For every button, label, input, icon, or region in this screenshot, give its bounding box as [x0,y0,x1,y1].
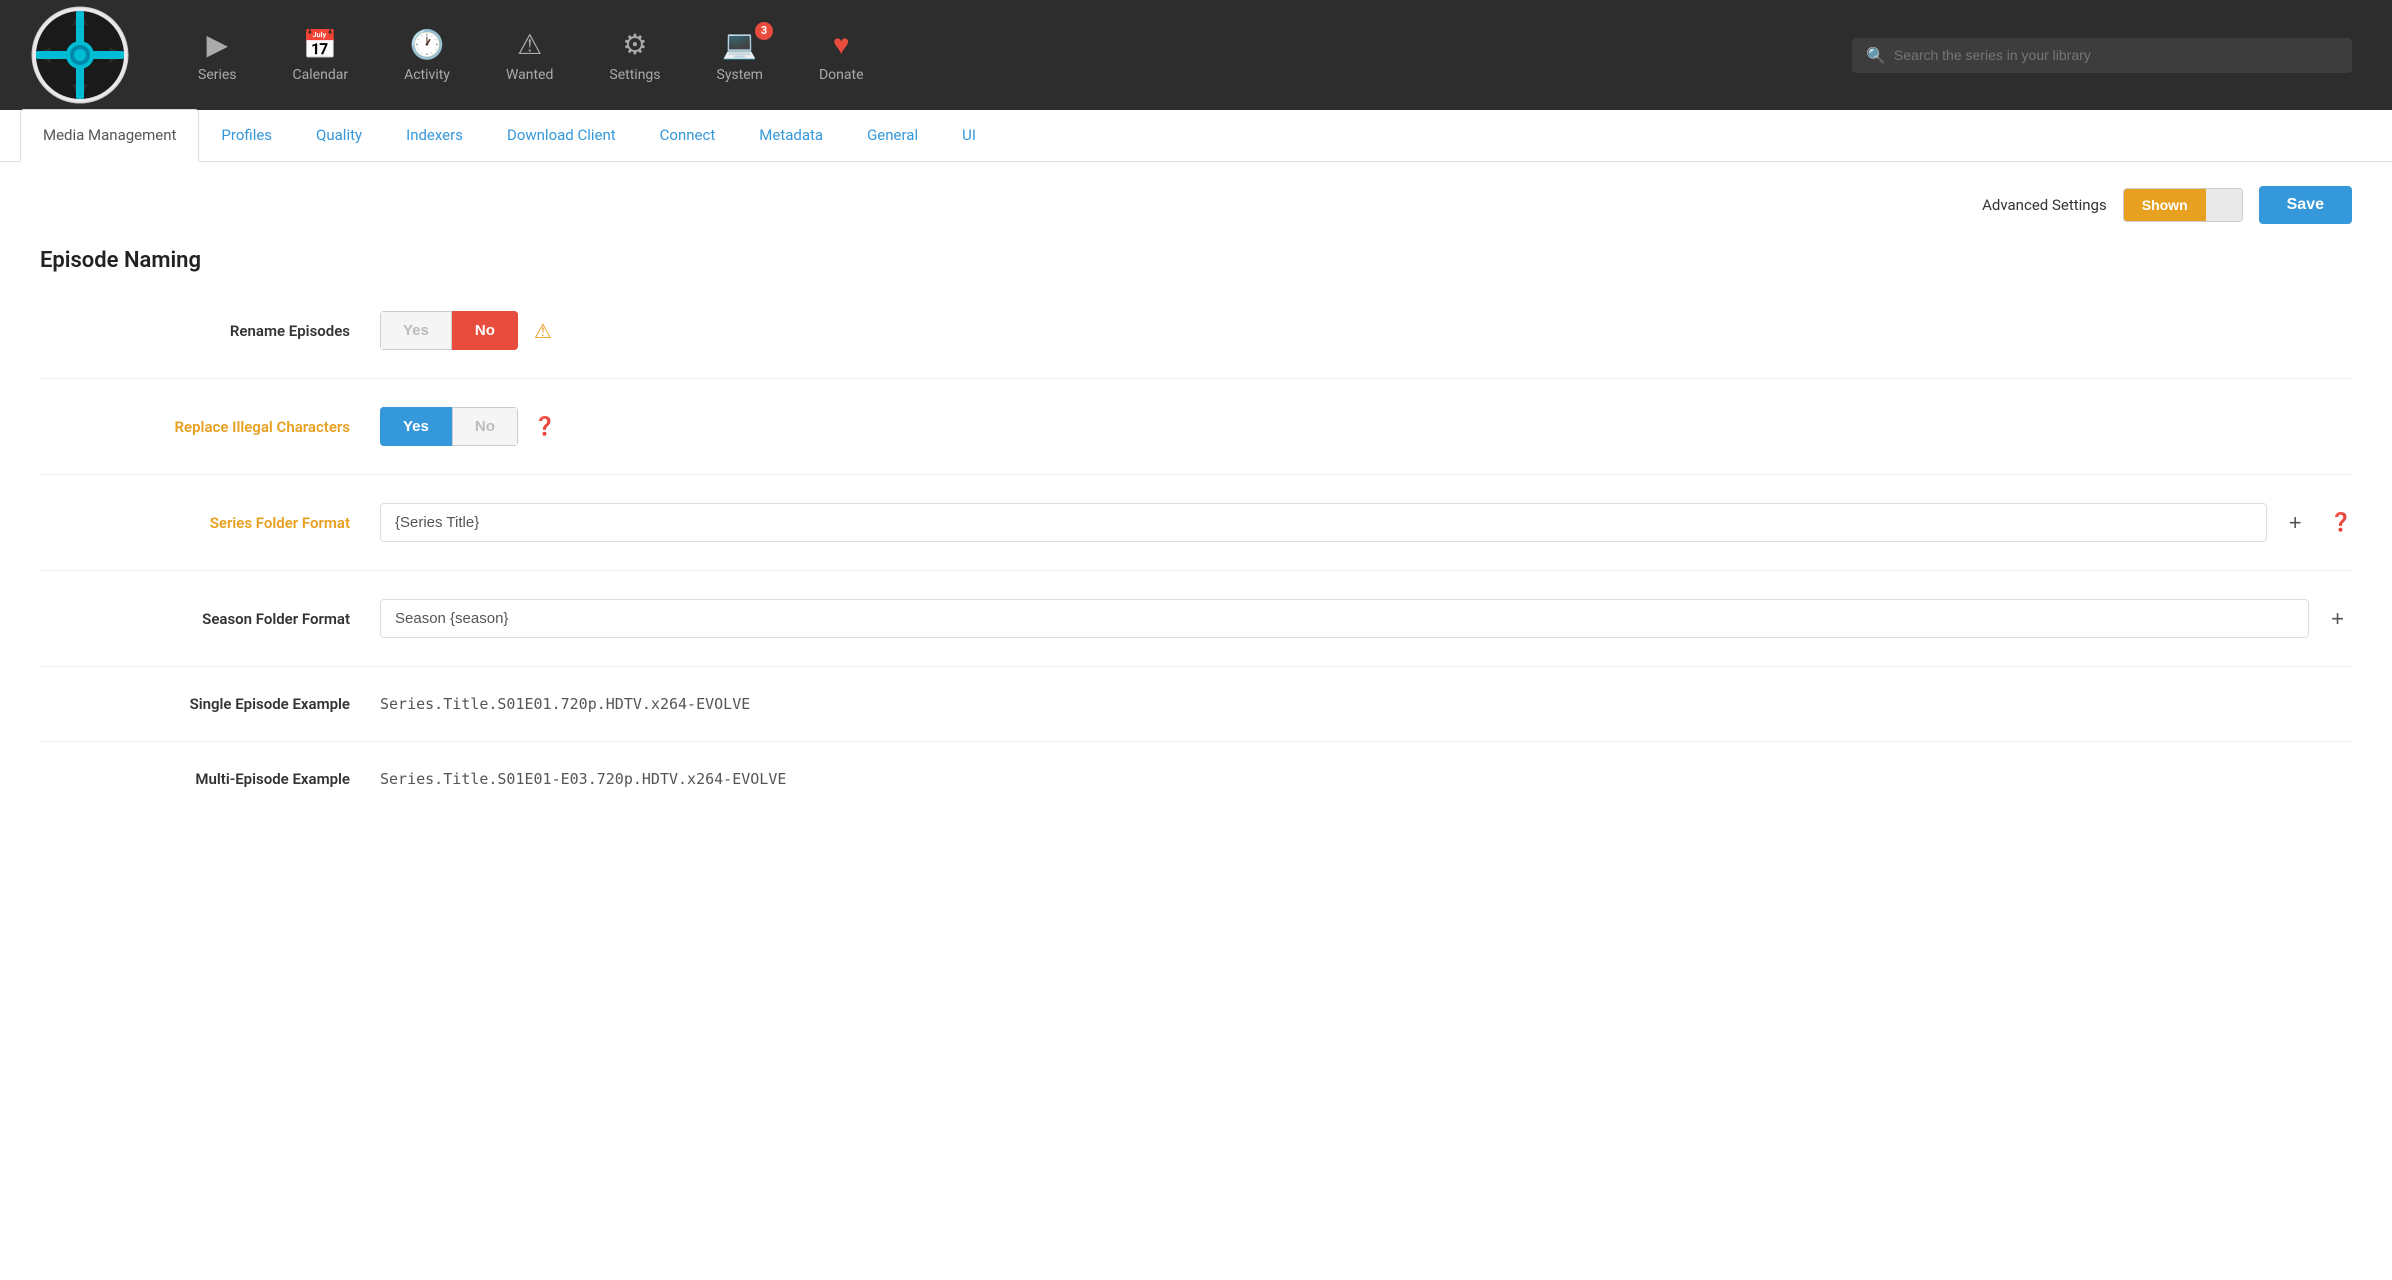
nav-label-calendar: Calendar [293,67,349,83]
controls-rename-episodes: Yes No ⚠ [380,311,2352,350]
nav-item-calendar[interactable]: 📅 Calendar [265,18,377,93]
nav-label-system: System [717,67,763,83]
nav-item-series[interactable]: ▶ Series [170,18,265,93]
label-replace-illegal: Replace Illegal Characters [40,418,380,436]
tab-quality[interactable]: Quality [294,110,384,162]
settings-tabs: Media Management Profiles Quality Indexe… [0,110,2392,162]
series-folder-plus-button[interactable]: + [2281,506,2310,540]
replace-toggle: Yes No [380,407,518,446]
tab-download-client[interactable]: Download Client [485,110,638,162]
controls-series-folder: + ❓ [380,503,2352,542]
calendar-icon: 📅 [303,28,338,61]
season-folder-input[interactable] [380,599,2309,638]
multi-episode-example: Series.Title.S01E01-E03.720p.HDTV.x264-E… [380,770,786,788]
single-episode-example: Series.Title.S01E01.720p.HDTV.x264-EVOLV… [380,695,750,713]
form-row-season-folder: Season Folder Format + [40,599,2352,667]
series-folder-help-icon[interactable]: ❓ [2330,512,2352,533]
rename-toggle: Yes No [380,311,518,350]
tab-profiles[interactable]: Profiles [199,110,294,162]
series-folder-input[interactable] [380,503,2267,542]
search-bar: 🔍 [1852,38,2352,73]
section-title: Episode Naming [40,248,2352,283]
rename-no-button[interactable]: No [452,311,518,350]
label-rename-episodes: Rename Episodes [40,322,380,340]
season-folder-input-group: + [380,599,2352,638]
tab-metadata[interactable]: Metadata [737,110,845,162]
replace-yes-button[interactable]: Yes [380,407,452,446]
series-folder-input-group: + ❓ [380,503,2352,542]
controls-multi-episode: Series.Title.S01E01-E03.720p.HDTV.x264-E… [380,770,2352,788]
settings-icon: ⚙ [622,28,647,61]
replace-no-button[interactable]: No [452,407,518,446]
nav-label-wanted: Wanted [506,67,553,83]
nav-item-system[interactable]: 💻 3 System [689,18,791,93]
nav-item-donate[interactable]: ♥ Donate [791,18,892,93]
label-single-episode: Single Episode Example [40,695,380,713]
advanced-settings-label: Advanced Settings [1982,196,2107,214]
nav-item-wanted[interactable]: ⚠ Wanted [478,18,581,93]
advanced-settings-bar: Advanced Settings Shown Save [40,186,2352,224]
form-row-single-episode: Single Episode Example Series.Title.S01E… [40,695,2352,742]
controls-replace-illegal: Yes No ❓ [380,407,2352,446]
series-icon: ▶ [207,28,229,61]
nav-item-settings[interactable]: ⚙ Settings [581,18,688,93]
form-row-series-folder: Series Folder Format + ❓ [40,503,2352,571]
donate-icon: ♥ [833,28,850,61]
form-row-multi-episode: Multi-Episode Example Series.Title.S01E0… [40,770,2352,816]
search-input[interactable] [1894,47,2338,63]
tab-indexers[interactable]: Indexers [384,110,485,162]
nav-label-series: Series [198,67,237,83]
rename-yes-button[interactable]: Yes [380,311,452,350]
advanced-toggle-group: Shown [2123,188,2243,222]
nav-links: ▶ Series 📅 Calendar 🕐 Activity ⚠ Wanted … [170,18,1832,93]
label-multi-episode: Multi-Episode Example [40,770,380,788]
search-icon: 🔍 [1866,46,1886,65]
nav-label-activity: Activity [404,67,450,83]
advanced-shown-button[interactable]: Shown [2124,189,2206,221]
tab-media-management[interactable]: Media Management [20,109,199,162]
label-season-folder: Season Folder Format [40,610,380,628]
activity-icon: 🕐 [410,28,445,61]
navbar: ▶ Series 📅 Calendar 🕐 Activity ⚠ Wanted … [0,0,2392,110]
warning-icon: ⚠ [534,319,552,343]
season-folder-plus-button[interactable]: + [2323,602,2352,636]
system-icon: 💻 [722,28,757,61]
controls-single-episode: Series.Title.S01E01.720p.HDTV.x264-EVOLV… [380,695,2352,713]
controls-season-folder: + [380,599,2352,638]
save-button[interactable]: Save [2259,186,2352,224]
advanced-hidden-button[interactable] [2206,189,2242,221]
system-badge: 3 [755,22,773,40]
settings-content: Advanced Settings Shown Save Episode Nam… [0,162,2392,868]
tab-ui[interactable]: UI [940,110,998,162]
wanted-icon: ⚠ [517,28,542,61]
tab-general[interactable]: General [845,110,940,162]
replace-help-icon[interactable]: ❓ [534,416,556,437]
label-series-folder: Series Folder Format [40,514,380,532]
nav-item-activity[interactable]: 🕐 Activity [376,18,478,93]
tab-connect[interactable]: Connect [638,110,738,162]
app-logo [20,5,140,105]
nav-label-donate: Donate [819,67,864,83]
form-row-replace-illegal: Replace Illegal Characters Yes No ❓ [40,407,2352,475]
form-row-rename-episodes: Rename Episodes Yes No ⚠ [40,311,2352,379]
content-area: Media Management Profiles Quality Indexe… [0,110,2392,1280]
nav-label-settings: Settings [609,67,660,83]
